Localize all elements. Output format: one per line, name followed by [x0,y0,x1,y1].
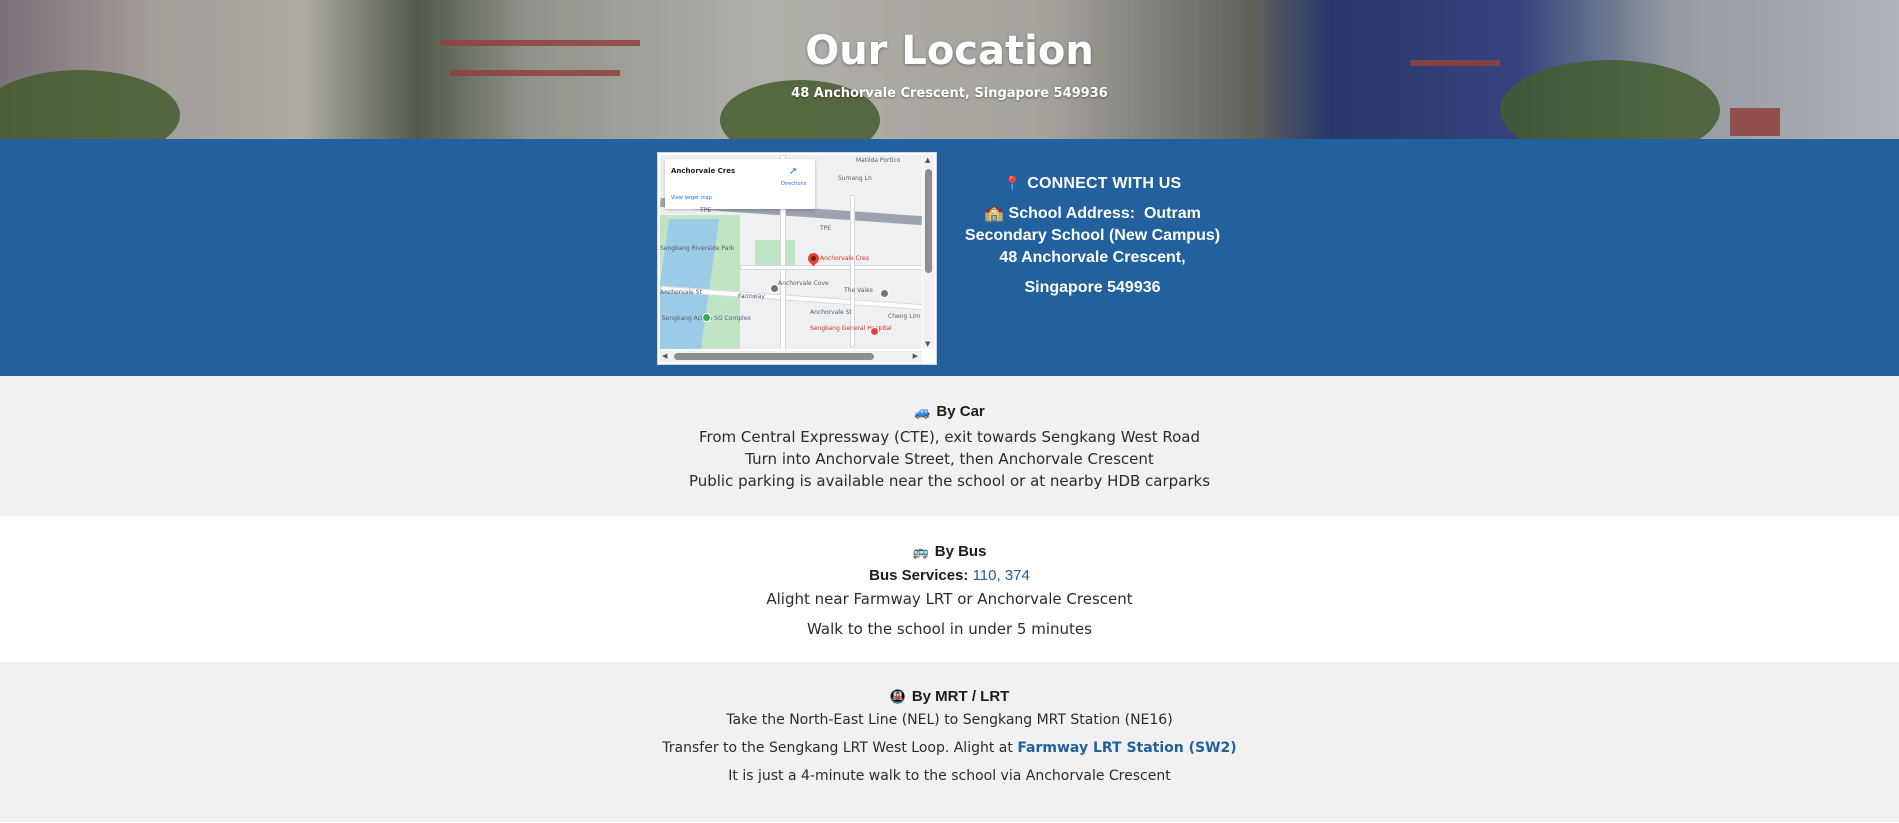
bus-instruction: Alight near Farmway LRT or Anchorvale Cr… [766,590,1133,608]
mrt-instruction-text: Transfer to the Sengkang LRT West Loop. … [662,740,1013,756]
bus-services-numbers: 110, 374 [972,567,1030,584]
by-car-section: 🚙 By Car From Central Expressway (CTE), e… [0,376,1899,516]
hero-banner: Our Location 48 Anchorvale Crescent, Sin… [0,0,1899,139]
map-label: Matilda Portico [856,157,901,164]
map-label: Anchorvale St [810,309,852,316]
by-bus-section: 🚌 By Bus Bus Services: 110, 374 Alight ne… [0,516,1899,662]
map-info-card: Anchorvale Cres ➚ Directions View larger… [665,159,815,209]
street-address: 48 Anchorvale Crescent, [999,249,1186,266]
by-mrt-title: By MRT / LRT [911,688,1010,705]
embedded-map[interactable]: Anchorvale Cres ➚ Directions View larger… [657,152,937,365]
map-label: Sengkang Riverside Park [660,245,735,252]
by-car-heading: 🚙 By Car [0,403,1899,420]
connect-heading: 📍 CONNECT WITH US [955,175,1230,193]
map-label: TPE [700,207,712,214]
bus-services: Bus Services: 110, 374 [0,567,1899,584]
connect-block: 📍 CONNECT WITH US 🏫 School Address: Outra… [955,175,1230,299]
scrollbar-thumb[interactable] [674,353,874,360]
directions-icon[interactable]: ➚ [789,166,797,177]
car-instruction: Public parking is available near the sch… [688,472,1211,490]
map-label: TPE [820,225,832,232]
map-vertical-scrollbar[interactable]: ▲ ▼ [923,155,934,349]
map-label: Farmway [738,293,765,300]
map-label: Sumang Ln [838,175,872,182]
by-bus-title: By Bus [934,543,987,560]
scrollbar-thumb[interactable] [925,169,932,273]
poi-marker-icon [880,289,889,298]
scroll-up-icon[interactable]: ▲ [925,156,930,164]
school-address: 🏫 School Address: Outram Secondary Schoo… [955,203,1230,299]
map-place-name: Anchorvale Cres [671,167,736,175]
view-larger-map-link[interactable]: View larger map [671,195,712,201]
scroll-right-icon[interactable]: ▶ [913,352,918,361]
location-pin-icon[interactable] [805,250,822,267]
poi-marker-icon [702,313,711,322]
bus-instruction: Walk to the school in under 5 minutes [807,620,1092,638]
poi-marker-icon [870,327,879,336]
by-mrt-heading: 🚇 By MRT / LRT [0,688,1899,705]
train-icon: 🚇 [889,689,906,704]
contact-band: Anchorvale Cres ➚ Directions View larger… [0,139,1899,376]
by-mrt-section: 🚇 By MRT / LRT Take the North-East Line (… [0,662,1899,822]
page-title: Our Location [805,28,1094,74]
map-horizontal-scrollbar[interactable]: ◀ ▶ [660,351,922,362]
page-subtitle: 48 Anchorvale Crescent, Singapore 549936 [791,86,1108,101]
bus-services-label: Bus Services: [869,567,969,584]
postal-address: Singapore 549936 [1024,279,1161,296]
scroll-left-icon[interactable]: ◀ [662,352,667,361]
map-label: Anchorvale Cove [778,280,829,287]
scroll-down-icon[interactable]: ▼ [925,340,930,348]
by-bus-heading: 🚌 By Bus [0,543,1899,560]
school-name-part2: Secondary School (New Campus) [964,227,1221,244]
mrt-instruction: Transfer to the Sengkang LRT West Loop. … [0,740,1899,756]
car-instruction: Turn into Anchorvale Street, then Anchor… [745,450,1154,468]
map-label: The Vales [844,287,873,294]
car-instruction: From Central Expressway (CTE), exit towa… [698,428,1200,446]
car-icon: 🚙 [914,404,931,419]
map-label: Sengkang General Hospital [810,325,892,332]
mrt-instruction: Take the North-East Line (NEL) to Sengka… [726,712,1173,728]
road [740,265,922,270]
pin-icon: 📍 [1003,175,1022,191]
bus-icon: 🚌 [912,544,929,559]
map-label: Cheng Lim [888,313,921,320]
school-icon: 🏫 [984,205,1005,222]
directions-link[interactable]: Directions [781,181,806,187]
address-label: School Address: [1008,205,1136,222]
mrt-instruction: It is just a 4-minute walk to the school… [728,768,1171,784]
school-name-part1: Outram [1143,205,1201,222]
poi-marker-icon [770,284,779,293]
map-label: Anchorvale St [660,289,702,296]
map-pin-label: Anchorvale Cres [820,255,869,262]
farmway-station-link[interactable]: Farmway LRT Station (SW2) [1017,740,1236,756]
map-canvas[interactable]: Anchorvale Cres ➚ Directions View larger… [660,155,922,349]
by-car-title: By Car [936,403,985,420]
connect-heading-text: CONNECT WITH US [1027,175,1182,192]
